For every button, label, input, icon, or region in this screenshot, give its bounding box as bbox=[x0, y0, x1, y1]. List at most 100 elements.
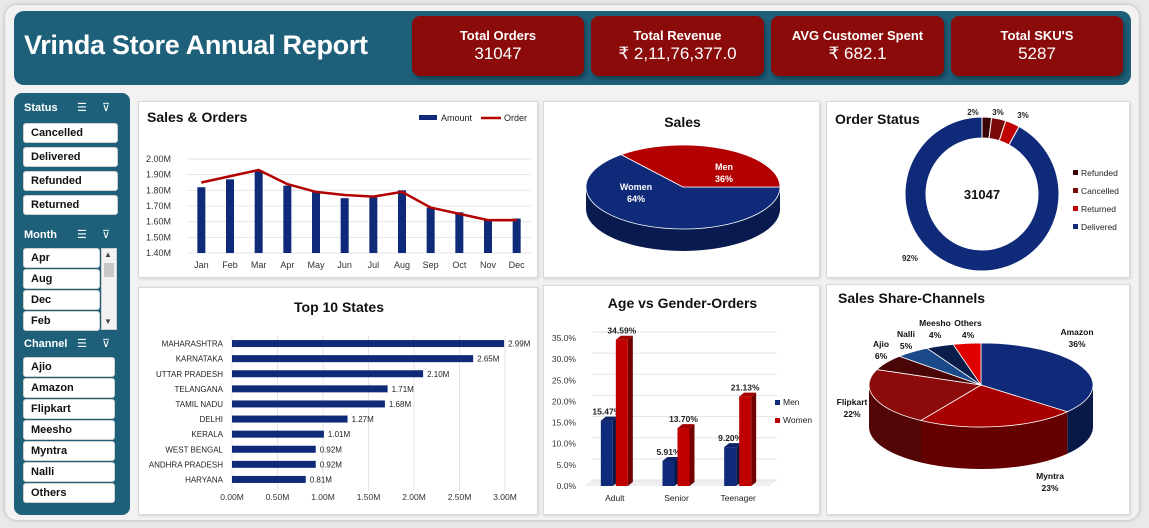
bar-state bbox=[232, 370, 424, 378]
bar-amount bbox=[398, 190, 406, 253]
multi-select-icon[interactable]: ☰ bbox=[77, 337, 87, 350]
y-tick-label: 1.90M bbox=[146, 170, 171, 180]
pie-value-label: 64% bbox=[627, 194, 645, 204]
x-tick-label: 1.50M bbox=[357, 492, 381, 502]
bar-state bbox=[232, 400, 385, 408]
slicer-item-month[interactable]: Dec bbox=[23, 290, 100, 310]
bar-value-label: 0.92M bbox=[320, 460, 343, 469]
bar-men bbox=[724, 447, 737, 486]
x-tick-label: Nov bbox=[480, 260, 497, 270]
y-tick-label: 20.0% bbox=[552, 396, 577, 406]
legend-swatch bbox=[1073, 224, 1078, 229]
scroll-thumb[interactable] bbox=[104, 263, 114, 277]
y-tick-label: KARNATAKA bbox=[176, 355, 224, 364]
slicer-item-channel[interactable]: Myntra bbox=[23, 441, 115, 461]
slicer-item-channel[interactable]: Others bbox=[23, 483, 115, 503]
legend-label: Women bbox=[783, 415, 812, 425]
bar-value-label: 9.20% bbox=[718, 433, 743, 443]
slicer-item-month[interactable]: Apr bbox=[23, 248, 100, 268]
x-tick-label: 1.00M bbox=[311, 492, 335, 502]
bar-value-label: 0.92M bbox=[320, 445, 343, 454]
bar-state bbox=[232, 460, 316, 468]
bar-amount bbox=[254, 171, 263, 253]
x-tick-label: Aug bbox=[394, 260, 410, 270]
slicer-item-channel[interactable]: Nalli bbox=[23, 462, 115, 482]
bar-amount bbox=[369, 196, 378, 253]
bar-amount bbox=[312, 191, 320, 253]
bar-value-label: 1.27M bbox=[352, 415, 375, 424]
pie-value-label: 4% bbox=[962, 330, 975, 340]
slicer-item-channel[interactable]: Ajio bbox=[23, 357, 115, 377]
legend-swatch bbox=[775, 400, 780, 405]
page-title: Vrinda Store Annual Report bbox=[24, 30, 368, 60]
scroll-up-icon[interactable]: ▲ bbox=[104, 250, 112, 259]
bar-value-label: 34.59% bbox=[607, 326, 636, 336]
legend-label: Men bbox=[783, 397, 800, 407]
x-tick-label: Dec bbox=[509, 260, 526, 270]
doughnut-value-label: 92% bbox=[902, 254, 918, 263]
bar-value-label: 2.65M bbox=[477, 355, 500, 364]
slicer-item-month[interactable]: Aug bbox=[23, 269, 100, 289]
sales-pie-card: Sales Women 64% Men 36% bbox=[543, 101, 820, 278]
scroll-down-icon[interactable]: ▼ bbox=[104, 317, 112, 326]
x-tick-label: 2.50M bbox=[448, 492, 472, 502]
bar-state bbox=[232, 445, 316, 453]
slicer-item-month[interactable]: Feb bbox=[23, 311, 100, 331]
clear-filter-icon[interactable]: ⊽ bbox=[102, 337, 110, 350]
x-tick-label: Senior bbox=[664, 493, 689, 503]
bar-value-label: 5.91% bbox=[656, 447, 681, 457]
pie-label: Flipkart bbox=[837, 397, 868, 407]
kpi-label: Total Orders bbox=[459, 28, 537, 43]
kpi-label: AVG Customer Spent bbox=[791, 28, 924, 43]
bar-state bbox=[232, 475, 306, 483]
kpi-total-orders: Total Orders 31047 bbox=[412, 16, 584, 76]
slicer-item-status[interactable]: Refunded bbox=[23, 171, 118, 191]
doughnut-value-label: 3% bbox=[992, 108, 1004, 117]
order-status-card: Order Status 31047 2% 3% 3% 92% Refunded Cance… bbox=[826, 101, 1130, 278]
kpi-value: ₹ 2,11,76,377.0 bbox=[618, 44, 737, 63]
month-scrollbar[interactable]: ▲ ▼ bbox=[101, 248, 117, 330]
y-tick-label: 15.0% bbox=[552, 418, 577, 428]
y-tick-label: 1.50M bbox=[146, 232, 171, 242]
bar-value-label: 1.71M bbox=[392, 385, 415, 394]
clear-filter-icon[interactable]: ⊽ bbox=[102, 101, 110, 114]
x-tick-label: 0.50M bbox=[266, 492, 290, 502]
slicer-item-status[interactable]: Returned bbox=[23, 195, 118, 215]
x-tick-label: Jun bbox=[337, 260, 352, 270]
kpi-total-revenue: Total Revenue ₹ 2,11,76,377.0 bbox=[591, 16, 764, 76]
x-tick-label: Sep bbox=[423, 260, 439, 270]
slicer-item-status[interactable]: Delivered bbox=[23, 147, 118, 167]
slicer-status-title: Status bbox=[24, 102, 58, 114]
clear-filter-icon[interactable]: ⊽ bbox=[102, 228, 110, 241]
doughnut-center-label: 31047 bbox=[964, 187, 1000, 202]
legend-swatch-amount bbox=[419, 115, 437, 120]
slicer-item-status[interactable]: Cancelled bbox=[23, 123, 118, 143]
y-tick-label: DELHI bbox=[199, 415, 223, 424]
slicer-item-channel[interactable]: Amazon bbox=[23, 378, 115, 398]
y-tick-label: UTTAR PRADESH bbox=[156, 370, 223, 379]
pie-value-label: 22% bbox=[843, 409, 860, 419]
x-tick-label: 0.00M bbox=[220, 492, 244, 502]
y-tick-label: 1.60M bbox=[146, 217, 171, 227]
line-order bbox=[201, 168, 517, 222]
bar-men bbox=[600, 420, 613, 486]
slicer-item-channel[interactable]: Flipkart bbox=[23, 399, 115, 419]
y-tick-label: ANDHRA PRADESH bbox=[149, 460, 223, 469]
bar-women bbox=[677, 428, 690, 486]
dashboard-canvas: Vrinda Store Annual Report Total Orders … bbox=[0, 0, 1149, 528]
slicer-item-channel[interactable]: Meesho bbox=[23, 420, 115, 440]
multi-select-icon[interactable]: ☰ bbox=[77, 228, 87, 241]
y-tick-label: 1.70M bbox=[146, 201, 171, 211]
pie-label: Women bbox=[620, 182, 652, 192]
legend-swatch bbox=[1073, 188, 1078, 193]
bar-women bbox=[739, 396, 752, 486]
legend-label: Returned bbox=[1081, 204, 1116, 214]
bar-side bbox=[751, 392, 757, 486]
multi-select-icon[interactable]: ☰ bbox=[77, 101, 87, 114]
top-states-chart: 0.00M 0.50M 1.00M 1.50M 2.00M 2.50M 3.00M MAHAR… bbox=[149, 336, 531, 502]
pie-label: Ajio bbox=[873, 339, 889, 349]
pie-label: Meesho bbox=[919, 318, 951, 328]
pie-value-label: 23% bbox=[1041, 483, 1058, 493]
bar-value-label: 2.99M bbox=[508, 340, 531, 349]
kpi-label: Total Revenue bbox=[633, 28, 722, 43]
